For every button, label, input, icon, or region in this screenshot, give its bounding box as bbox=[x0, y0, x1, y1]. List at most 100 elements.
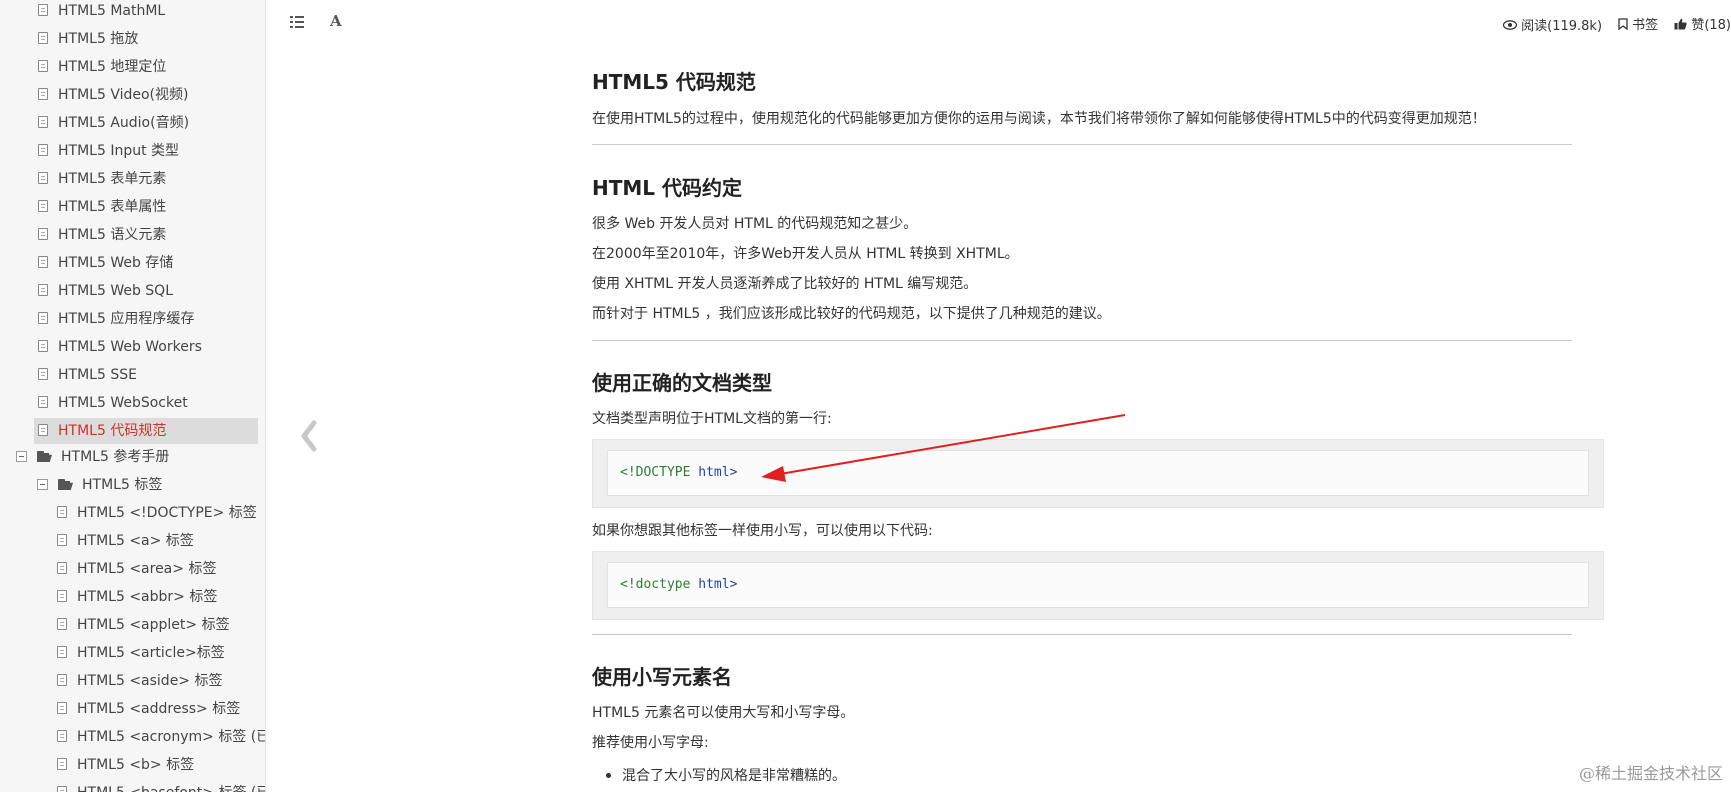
sidebar-item-label: HTML5 <basefont> 标签 (已 bbox=[77, 785, 265, 792]
sidebar-item-label: HTML5 <aside> 标签 bbox=[77, 673, 223, 689]
sidebar-item-label: HTML5 <b> 标签 bbox=[77, 757, 195, 773]
sidebar-item[interactable]: HTML5 表单元素 bbox=[36, 166, 258, 192]
sidebar-item[interactable]: HTML5 表单属性 bbox=[36, 194, 258, 220]
previous-page-arrow[interactable] bbox=[300, 420, 318, 456]
bookmark-icon bbox=[1618, 17, 1628, 30]
sidebar-item[interactable]: HTML5 <applet> 标签 bbox=[57, 612, 265, 638]
document-icon bbox=[57, 534, 67, 546]
sidebar-item[interactable]: HTML5 WebSocket bbox=[36, 390, 258, 416]
document-icon bbox=[38, 144, 48, 156]
document-icon bbox=[38, 172, 48, 184]
code-line: <!DOCTYPE html> bbox=[607, 450, 1589, 496]
document-icon bbox=[57, 506, 67, 518]
like-button[interactable]: 赞(18) bbox=[1674, 14, 1731, 33]
sidebar-item-label: HTML5 语义元素 bbox=[58, 227, 167, 243]
sidebar-item[interactable]: HTML5 代码规范 bbox=[34, 418, 258, 444]
list-item: 混合了大小写的风格是非常糟糕的。 bbox=[592, 765, 846, 785]
bookmark-button[interactable]: 书签 bbox=[1618, 14, 1658, 33]
sidebar-item[interactable]: HTML5 Web SQL bbox=[36, 278, 258, 304]
sidebar-item-label: HTML5 WebSocket bbox=[58, 395, 188, 411]
sidebar-item-label: HTML5 MathML bbox=[58, 3, 166, 19]
paragraph: 文档类型声明位于HTML文档的第一行: bbox=[592, 411, 832, 427]
folder-open-icon bbox=[37, 451, 53, 462]
sidebar-item[interactable]: HTML5 Input 类型 bbox=[36, 138, 258, 164]
sidebar-item[interactable]: HTML5 <a> 标签 bbox=[57, 528, 265, 554]
sidebar-item[interactable]: HTML5 MathML bbox=[36, 0, 258, 24]
collapse-icon[interactable] bbox=[16, 451, 27, 462]
sidebar-item[interactable]: HTML5 SSE bbox=[36, 362, 258, 388]
section-title: 使用小写元素名 bbox=[592, 665, 732, 689]
font-size-icon[interactable]: A bbox=[330, 12, 342, 30]
section-title: HTML 代码约定 bbox=[592, 176, 742, 200]
sidebar-item[interactable]: HTML5 Web Workers bbox=[36, 334, 258, 360]
sidebar-item[interactable]: HTML5 Web 存储 bbox=[36, 250, 258, 276]
sidebar-item[interactable]: HTML5 <b> 标签 bbox=[57, 752, 265, 778]
document-icon bbox=[57, 758, 67, 770]
intro-paragraph: 在使用HTML5的过程中，使用规范化的代码能够更加方便你的运用与阅读，本节我们将… bbox=[592, 111, 1486, 127]
sidebar-item[interactable]: HTML5 <abbr> 标签 bbox=[57, 584, 265, 610]
document-icon bbox=[38, 340, 48, 352]
sidebar-item-label: HTML5 Video(视频) bbox=[58, 87, 189, 103]
sidebar-item[interactable]: HTML5 <address> 标签 bbox=[57, 696, 265, 722]
document-icon bbox=[38, 312, 48, 324]
sidebar-item-label: HTML5 Input 类型 bbox=[58, 143, 180, 159]
section-title: HTML5 代码规范 bbox=[592, 70, 756, 94]
collapse-icon[interactable] bbox=[37, 479, 48, 490]
sidebar-item[interactable]: HTML5 地理定位 bbox=[36, 54, 258, 80]
sidebar-item[interactable]: HTML5 应用程序缓存 bbox=[36, 306, 258, 332]
sidebar-item[interactable]: HTML5 <aside> 标签 bbox=[57, 668, 265, 694]
document-icon bbox=[38, 116, 48, 128]
sidebar-item[interactable]: HTML5 Audio(音频) bbox=[36, 110, 258, 136]
sidebar-item-label: HTML5 <area> 标签 bbox=[77, 561, 217, 577]
sidebar-item-label: HTML5 Audio(音频) bbox=[58, 115, 190, 131]
sidebar-item[interactable]: HTML5 语义元素 bbox=[36, 222, 258, 248]
toc-list-icon[interactable] bbox=[290, 16, 304, 28]
document-icon bbox=[38, 32, 48, 44]
sidebar-item[interactable]: HTML5 <acronym> 标签 (已 bbox=[57, 724, 265, 750]
paragraph: 使用 XHTML 开发人员逐渐养成了比较好的 HTML 编写规范。 bbox=[592, 276, 978, 292]
sidebar-item-label: HTML5 <a> 标签 bbox=[77, 533, 194, 549]
document-icon bbox=[38, 368, 48, 380]
document-icon bbox=[57, 786, 67, 792]
code-token: html> bbox=[698, 465, 738, 480]
sidebar-item[interactable]: HTML5 <article>标签 bbox=[57, 640, 265, 666]
section-title: 使用正确的文档类型 bbox=[592, 371, 772, 395]
sidebar-item-label: HTML5 应用程序缓存 bbox=[58, 311, 195, 327]
sidebar-item-label: HTML5 地理定位 bbox=[58, 59, 167, 75]
sidebar-item-label: HTML5 Web SQL bbox=[58, 283, 173, 299]
document-icon bbox=[38, 4, 48, 16]
document-icon bbox=[57, 674, 67, 686]
sidebar-item-label: HTML5 <applet> 标签 bbox=[77, 617, 230, 633]
paragraph: 很多 Web 开发人员对 HTML 的代码规范知之甚少。 bbox=[592, 216, 918, 232]
sidebar-item[interactable]: HTML5 拖放 bbox=[36, 26, 258, 52]
paragraph: 如果你想跟其他标签一样使用小写，可以使用以下代码: bbox=[592, 523, 933, 539]
sidebar-item[interactable]: HTML5 <!DOCTYPE> 标签 bbox=[57, 500, 265, 526]
eye-icon bbox=[1503, 19, 1518, 30]
like-label: 赞(18) bbox=[1691, 18, 1731, 33]
paragraph: 而针对于 HTML5 ，我们应该形成比较好的代码规范，以下提供了几种规范的建议。 bbox=[592, 306, 1111, 322]
sidebar-item[interactable]: HTML5 Video(视频) bbox=[36, 82, 258, 108]
document-icon bbox=[38, 424, 48, 436]
sidebar-item[interactable]: HTML5 <area> 标签 bbox=[57, 556, 265, 582]
sidebar-item-label: HTML5 表单属性 bbox=[58, 199, 167, 215]
code-token: <!doctype bbox=[620, 577, 691, 592]
document-icon bbox=[38, 396, 48, 408]
document-icon bbox=[38, 228, 48, 240]
document-icon bbox=[57, 730, 67, 742]
sidebar-folder-reference[interactable]: HTML5 参考手册 bbox=[16, 444, 169, 470]
divider bbox=[592, 144, 1572, 145]
bookmark-label: 书签 bbox=[1632, 18, 1659, 33]
code-token: <!DOCTYPE bbox=[620, 465, 691, 480]
code-block: <!doctype html> bbox=[592, 551, 1604, 620]
sidebar-item-label: HTML5 <!DOCTYPE> 标签 bbox=[77, 505, 257, 521]
paragraph: 推荐使用小写字母: bbox=[592, 735, 709, 751]
document-icon bbox=[57, 702, 67, 714]
sidebar-folder-tags[interactable]: HTML5 标签 bbox=[37, 472, 162, 498]
code-block: <!DOCTYPE html> bbox=[592, 439, 1604, 508]
watermark: @稀土掘金技术社区 bbox=[1578, 764, 1723, 783]
divider bbox=[592, 634, 1572, 635]
sidebar-item-label: HTML5 代码规范 bbox=[58, 423, 167, 439]
sidebar-item-label: HTML5 Web Workers bbox=[58, 339, 202, 355]
read-count: 阅读(119.8k) bbox=[1503, 15, 1602, 34]
sidebar-item[interactable]: HTML5 <basefont> 标签 (已 bbox=[57, 780, 265, 792]
